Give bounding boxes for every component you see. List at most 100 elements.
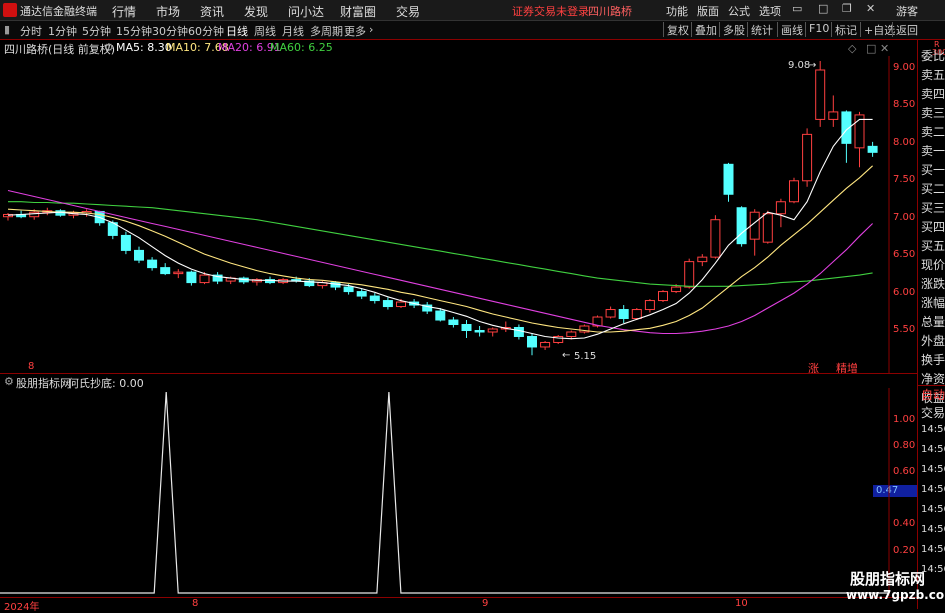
tab-jiaoyi[interactable]: 交易 xyxy=(921,404,945,421)
candle-body xyxy=(644,300,655,311)
candle-body xyxy=(160,267,171,275)
candle-body xyxy=(134,249,144,261)
period-monthly[interactable]: 月线 xyxy=(282,23,304,39)
trade-time: 14:56 xyxy=(921,544,945,555)
candle-body xyxy=(618,309,629,320)
menu-caifuquan[interactable]: 财富圈 xyxy=(340,3,376,20)
restore-icon[interactable]: ❐ xyxy=(842,2,852,15)
candle-body xyxy=(815,69,826,120)
tool-duogu[interactable]: 多股 xyxy=(719,22,745,37)
watermark-name: 股朋指标网 xyxy=(850,570,926,588)
app-title: 通达信金融终端 xyxy=(20,5,97,18)
candle-body xyxy=(461,324,472,331)
period-daily[interactable]: 日线 xyxy=(226,23,248,39)
candle-body xyxy=(396,301,406,308)
candle-body xyxy=(671,286,682,293)
signal-chart[interactable] xyxy=(0,388,890,596)
candle-body xyxy=(120,234,131,251)
period-weekly[interactable]: 周线 xyxy=(254,23,276,39)
chevron-right-icon[interactable]: › xyxy=(369,23,373,36)
period-fenshi[interactable]: 分时 xyxy=(20,23,42,39)
candle-body xyxy=(605,309,616,318)
candle-body xyxy=(356,291,367,297)
close-chart-icon[interactable]: ✕ xyxy=(880,42,889,55)
watermark-url: www.7gpzb.com xyxy=(846,588,945,602)
tool-f10[interactable]: F10 xyxy=(805,22,829,37)
tool-diejia[interactable]: 叠加 xyxy=(691,22,717,37)
window-icon[interactable]: □ xyxy=(818,2,828,15)
candle-body xyxy=(789,180,799,203)
grid-icon[interactable]: ▮ xyxy=(4,23,10,36)
candle-body xyxy=(828,111,839,120)
trade-time: 14:56 xyxy=(921,464,945,475)
candle-body xyxy=(684,261,695,288)
period-more[interactable]: 更多 xyxy=(344,23,366,39)
period-30min[interactable]: 30分钟 xyxy=(152,23,188,39)
tool-biaoji[interactable]: 标记 xyxy=(831,22,857,37)
tool-zixuan[interactable]: +自选 xyxy=(860,22,895,37)
time-label-year: 2024年 xyxy=(4,602,40,613)
menu-zixun[interactable]: 资讯 xyxy=(200,3,224,20)
app-logo-icon xyxy=(3,3,17,17)
close-icon[interactable]: ✕ xyxy=(866,2,875,15)
menu-banmian[interactable]: 版面 xyxy=(697,3,719,19)
label-weibi: 委比 xyxy=(921,49,945,63)
maximize-icon[interactable]: □ xyxy=(866,42,876,55)
period-multi[interactable]: 多周期 xyxy=(310,23,343,39)
candle-body xyxy=(487,328,498,333)
period-toolbar: ▮ 分时 1分钟 5分钟 15分钟 30分钟 60分钟 日线 周线 月线 多周期… xyxy=(0,21,945,40)
time-axis: 2024年 8 9 10 xyxy=(0,597,917,613)
label-zhangfu: 涨幅 xyxy=(921,296,945,310)
period-1min[interactable]: 1分钟 xyxy=(48,23,77,39)
label-buy5: 买五 xyxy=(921,239,945,253)
candle-body xyxy=(435,310,446,321)
label-sell3: 卖三 xyxy=(921,106,945,120)
candle-body xyxy=(513,327,524,337)
menu-hangqing[interactable]: 行情 xyxy=(112,3,136,20)
menu-jiaoyi[interactable]: 交易 xyxy=(396,3,420,20)
candle-body xyxy=(369,295,380,302)
tool-tongji[interactable]: 统计 xyxy=(747,22,773,37)
arrow-right-icon: → xyxy=(808,60,817,71)
ma10-line xyxy=(7,165,873,333)
tool-fuquan[interactable]: 复权 xyxy=(663,22,689,37)
month-marker: 8 xyxy=(28,361,35,372)
settings-icon[interactable]: ⚙ xyxy=(104,41,114,54)
trade-login-warning[interactable]: 证券交易未登录 xyxy=(512,3,589,19)
menu-shichang[interactable]: 市场 xyxy=(156,3,180,20)
stock-name-title: 四川路桥 xyxy=(588,5,632,18)
price-tick: 7.50 xyxy=(893,174,916,185)
label-waipan: 外盘 xyxy=(921,334,945,348)
price-tick: 6.50 xyxy=(893,249,916,260)
candle-body xyxy=(658,291,668,302)
tool-fanhui[interactable]: 返回 xyxy=(892,22,918,37)
menu-gongneng[interactable]: 功能 xyxy=(666,3,688,19)
candle-body xyxy=(186,271,197,284)
tool-huaxian[interactable]: 画线 xyxy=(777,22,803,37)
candle-body xyxy=(29,211,40,218)
menu-wenxiaoda[interactable]: 问小达 xyxy=(288,3,324,20)
arrow-left-icon: ← xyxy=(562,350,571,361)
period-60min[interactable]: 60分钟 xyxy=(188,23,224,39)
sub-axis-tick: 0.60 xyxy=(893,466,916,477)
label-sell2: 卖二 xyxy=(921,125,945,139)
sub-axis-tick: 0.80 xyxy=(893,440,916,451)
label-buy3: 买三 xyxy=(921,201,945,215)
candle-body xyxy=(343,286,354,293)
tab-zidong[interactable]: 自动 xyxy=(921,386,945,403)
trade-time: 14:56 xyxy=(921,444,945,455)
trade-time: 14:56 xyxy=(921,484,945,495)
menu-xuanxiang[interactable]: 选项 xyxy=(759,3,781,19)
diamond-icon[interactable]: ◇ xyxy=(848,42,856,55)
guest-label[interactable]: 游客 xyxy=(896,3,918,19)
minimize-icon[interactable]: ▭ xyxy=(792,2,802,15)
candle-body xyxy=(710,219,721,258)
period-15min[interactable]: 15分钟 xyxy=(116,23,152,39)
sub-settings-icon[interactable]: ⚙ xyxy=(4,375,14,388)
period-5min[interactable]: 5分钟 xyxy=(82,23,111,39)
menu-gongshi[interactable]: 公式 xyxy=(728,3,750,19)
sub-axis-tick: 0.20 xyxy=(893,545,916,556)
trade-time: 14:56 xyxy=(921,504,945,515)
candlestick-chart[interactable] xyxy=(0,56,890,374)
menu-faxian[interactable]: 发现 xyxy=(244,3,268,20)
